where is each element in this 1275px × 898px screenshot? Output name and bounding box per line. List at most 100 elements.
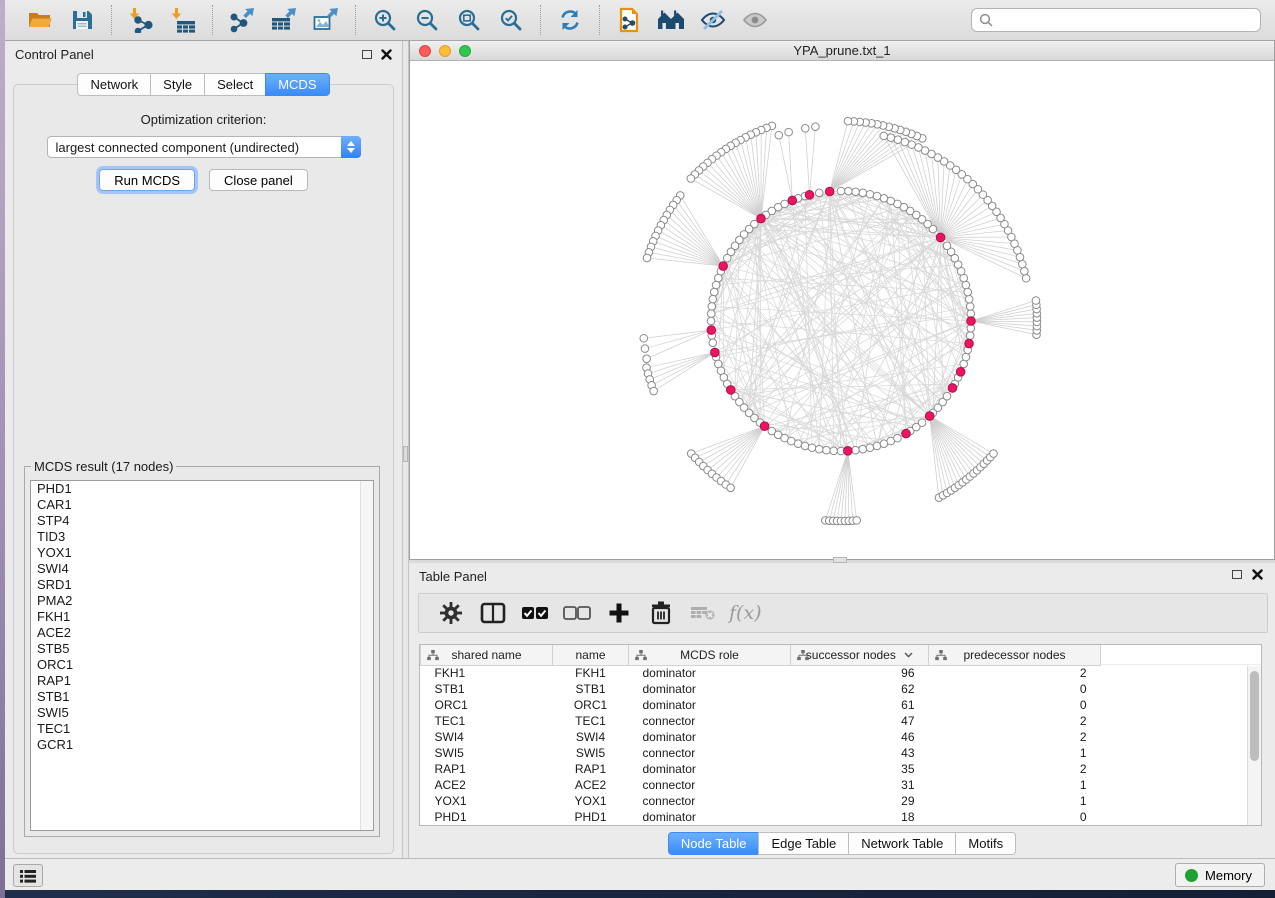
mcds-result-item[interactable]: ORC1 [31, 657, 373, 673]
cell-successor-nodes: 35 [791, 761, 929, 777]
search-input[interactable] [971, 8, 1261, 32]
zoom-fit-button[interactable] [451, 5, 487, 35]
optimization-criterion-select[interactable]: largest connected component (undirected) [47, 136, 361, 158]
delete-table-button[interactable] [687, 598, 719, 628]
table-scrollbar[interactable] [1247, 666, 1261, 825]
refresh-network-button[interactable] [552, 5, 588, 35]
function-builder-icon[interactable]: f(x) [729, 602, 762, 624]
import-network-icon [128, 7, 154, 33]
zoom-selected-button[interactable] [493, 5, 529, 35]
table-row[interactable]: ORC1ORC1dominator610 [421, 697, 1101, 713]
run-mcds-button[interactable]: Run MCDS [99, 169, 195, 191]
table-row[interactable]: YOX1YOX1connector291 [421, 793, 1101, 809]
houses-button[interactable] [653, 5, 689, 35]
table-row[interactable]: RAP1RAP1dominator352 [421, 761, 1101, 777]
network-document-button[interactable] [611, 5, 647, 35]
split-view-button[interactable] [477, 598, 509, 628]
mcds-result-item[interactable]: YOX1 [31, 545, 373, 561]
cell-predecessor-nodes: 0 [929, 697, 1101, 713]
column-header-shared-name[interactable]: shared name [421, 645, 553, 665]
column-header-name[interactable]: name [553, 645, 629, 665]
network-canvas[interactable] [410, 61, 1274, 559]
save-session-button[interactable] [64, 5, 100, 35]
mcds-result-item[interactable]: STB5 [31, 641, 373, 657]
show-graphics-details-button[interactable] [737, 5, 773, 35]
cell-successor-nodes: 43 [791, 745, 929, 761]
column-header-successor-nodes[interactable]: successor nodes [791, 645, 929, 665]
import-network-button[interactable] [123, 5, 159, 35]
mcds-result-item[interactable]: TEC1 [31, 721, 373, 737]
task-history-button[interactable] [13, 864, 43, 887]
select-all-button[interactable] [519, 598, 551, 628]
tab-motifs[interactable]: Motifs [955, 832, 1016, 855]
column-header-mcds-role[interactable]: MCDS role [629, 645, 791, 665]
close-panel-icon[interactable] [381, 49, 392, 60]
table-row[interactable]: STB1STB1dominator620 [421, 681, 1101, 697]
tab-mcds[interactable]: MCDS [265, 73, 329, 96]
tab-style[interactable]: Style [150, 73, 205, 96]
memory-button[interactable]: Memory [1175, 863, 1265, 887]
tab-node-table[interactable]: Node Table [668, 832, 760, 855]
add-column-button[interactable] [603, 598, 635, 628]
mcds-result-item[interactable]: GCR1 [31, 737, 373, 753]
mcds-result-item[interactable]: CAR1 [31, 497, 373, 513]
control-panel: Control Panel NetworkStyleSelectMCDS Opt… [5, 41, 402, 858]
export-network-button[interactable] [224, 5, 260, 35]
cell-mcds-role: connector [629, 745, 791, 761]
export-table-button[interactable] [266, 5, 302, 35]
open-session-button[interactable] [22, 5, 58, 35]
table-row[interactable]: FKH1FKH1dominator962 [421, 665, 1101, 681]
mcds-result-item[interactable]: STB1 [31, 689, 373, 705]
scrollbar-thumb[interactable] [1250, 671, 1259, 761]
column-header-predecessor-nodes[interactable]: predecessor nodes [929, 645, 1101, 665]
table-row[interactable]: TEC1TEC1connector472 [421, 713, 1101, 729]
table-row[interactable]: SWI5SWI5connector431 [421, 745, 1101, 761]
zoom-out-button[interactable] [409, 5, 445, 35]
network-window-titlebar[interactable]: YPA_prune.txt_1 [410, 41, 1274, 61]
mcds-result-item[interactable]: FKH1 [31, 609, 373, 625]
tab-select[interactable]: Select [204, 73, 266, 96]
mcds-result-item[interactable]: SRD1 [31, 577, 373, 593]
mcds-list-scrollbar[interactable] [360, 481, 373, 830]
mcds-result-title: MCDS result (17 nodes) [31, 459, 176, 474]
mcds-result-item[interactable]: SWI4 [31, 561, 373, 577]
export-image-button[interactable] [308, 5, 344, 35]
memory-status-icon [1185, 869, 1198, 882]
close-window-icon[interactable] [419, 45, 431, 57]
zoom-in-button[interactable] [367, 5, 403, 35]
tab-network-table[interactable]: Network Table [848, 832, 956, 855]
cell-mcds-role: dominator [629, 761, 791, 777]
mcds-result-item[interactable]: TID3 [31, 529, 373, 545]
table-row[interactable]: SWI4SWI4dominator462 [421, 729, 1101, 745]
cell-name: FKH1 [553, 665, 629, 681]
mcds-result-item[interactable]: SWI5 [31, 705, 373, 721]
mcds-result-item[interactable]: PHD1 [31, 481, 373, 497]
hide-graphics-details-button[interactable] [695, 5, 731, 35]
close-panel-icon[interactable] [1252, 569, 1263, 580]
main-toolbar [5, 0, 1275, 41]
deselect-all-button[interactable] [561, 598, 593, 628]
deselect-all-icon [563, 605, 591, 621]
table-row[interactable]: ACE2ACE2connector311 [421, 777, 1101, 793]
table-row[interactable]: PHD1PHD1dominator180 [421, 809, 1101, 825]
mcds-result-item[interactable]: RAP1 [31, 673, 373, 689]
mcds-result-item[interactable]: STP4 [31, 513, 373, 529]
mcds-result-list[interactable]: PHD1CAR1STP4TID3YOX1SWI4SRD1PMA2FKH1ACE2… [30, 480, 374, 831]
float-panel-icon[interactable] [362, 50, 372, 59]
tab-network[interactable]: Network [77, 73, 151, 96]
close-panel-button[interactable]: Close panel [209, 169, 308, 191]
import-table-button[interactable] [165, 5, 201, 35]
maximize-window-icon[interactable] [459, 45, 471, 57]
vertical-splitter[interactable] [402, 41, 409, 858]
minimize-window-icon[interactable] [439, 45, 451, 57]
tab-edge-table[interactable]: Edge Table [758, 832, 849, 855]
splitter-grip[interactable] [403, 446, 408, 462]
cell-mcds-role: connector [629, 713, 791, 729]
cell-mcds-role: connector [629, 793, 791, 809]
mcds-result-item[interactable]: ACE2 [31, 625, 373, 641]
cell-mcds-role: dominator [629, 665, 791, 681]
delete-column-button[interactable] [645, 598, 677, 628]
mcds-result-item[interactable]: PMA2 [31, 593, 373, 609]
table-settings-button[interactable] [435, 598, 467, 628]
float-panel-icon[interactable] [1232, 570, 1242, 579]
